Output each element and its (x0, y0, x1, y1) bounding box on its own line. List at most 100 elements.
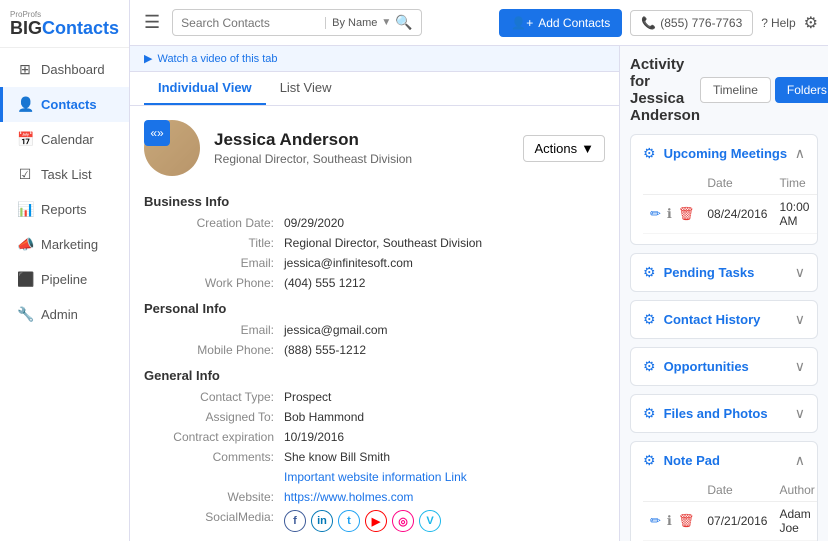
social-media-row: SocialMedia: f in t ▶ ◎ V (130, 507, 619, 535)
contact-info: Jessica Anderson Regional Director, Sout… (214, 130, 412, 166)
pending-tasks-chevron: ∨ (795, 264, 805, 281)
contact-history-header[interactable]: ⚙ Contact History ∨ (631, 301, 817, 338)
sidebar-item-pipeline[interactable]: ⬛Pipeline (0, 262, 129, 297)
tab-timeline[interactable]: Timeline (700, 77, 771, 103)
pending-tasks-header[interactable]: ⚙ Pending Tasks ∨ (631, 254, 817, 291)
note-date: 07/21/2016 (701, 502, 773, 541)
contact-history-chevron: ∨ (795, 311, 805, 328)
upcoming-meetings-header[interactable]: ⚙ Upcoming Meetings ∧ (631, 135, 817, 172)
actions-button[interactable]: Actions ▼ (523, 135, 605, 162)
field-value: Regional Director, Southeast Division (284, 236, 482, 250)
twitter-icon[interactable]: t (338, 510, 360, 532)
field-label (144, 470, 284, 484)
contact-history-title: Contact History (664, 312, 761, 327)
search-box: By Name ▼ 🔍 (172, 9, 422, 36)
note-pad-header[interactable]: ⚙ Note Pad ∧ (631, 442, 817, 479)
field-value: jessica@infinitesoft.com (284, 256, 413, 270)
pending-tasks-title: Pending Tasks (664, 265, 755, 280)
business-info-header: Business Info (130, 186, 619, 213)
opportunities-title: Opportunities (664, 359, 749, 374)
vimeo-icon[interactable]: V (419, 510, 441, 532)
tab-list-view[interactable]: List View (266, 72, 346, 105)
col-attendees: Attendees (815, 172, 818, 195)
sidebar-item-label: Dashboard (41, 62, 105, 77)
delete-note-button[interactable]: 🗑 (677, 512, 696, 530)
tab-folders[interactable]: Folders (775, 77, 828, 103)
upcoming-meetings-body: Date Time Attendees Subject (631, 172, 817, 244)
youtube-icon[interactable]: ▶ (365, 510, 387, 532)
files-photos-title: Files and Photos (664, 406, 768, 421)
help-button[interactable]: ? Help (761, 16, 795, 30)
settings-icon[interactable]: ⚙ (804, 13, 818, 33)
info-row: Email:jessica@infinitesoft.com (130, 253, 619, 273)
note-row-actions: ✏ ℹ 🗑 (649, 512, 695, 530)
field-label: Contact Type: (144, 390, 284, 404)
info-note-button[interactable]: ℹ (666, 512, 673, 530)
np-col-date: Date (701, 479, 773, 502)
field-label: Creation Date: (144, 216, 284, 230)
sidebar-item-contacts[interactable]: 👤Contacts (0, 87, 129, 122)
sidebar-item-calendar[interactable]: 📅Calendar (0, 122, 129, 157)
search-sort[interactable]: By Name (325, 17, 377, 29)
sidebar-item-label: Contacts (41, 97, 97, 112)
meeting-time: 10:00 AM (773, 195, 815, 234)
tab-individual-view[interactable]: Individual View (144, 72, 266, 105)
logo-area: ProProfs BIGContacts (0, 0, 129, 48)
sidebar-item-reports[interactable]: 📊Reports (0, 192, 129, 227)
info-row: Assigned To:Bob Hammond (130, 407, 619, 427)
add-contact-button[interactable]: 👤+ Add Contacts (499, 9, 622, 37)
contact-header: «» Jessica Anderson Regional Director, S… (130, 106, 619, 186)
sidebar-item-marketing[interactable]: 📣Marketing (0, 227, 129, 262)
field-value: 09/29/2020 (284, 216, 344, 230)
col-actions (643, 172, 701, 195)
facebook-icon[interactable]: f (284, 510, 306, 532)
edit-meeting-button[interactable]: ✏ (649, 205, 662, 223)
contact-panel: ▶ Watch a video of this tab Individual V… (130, 46, 620, 541)
topbar: ☰ By Name ▼ 🔍 👤+ Add Contacts 📞 (855) 77… (130, 0, 828, 46)
delete-meeting-button[interactable]: 🗑 (677, 205, 696, 223)
info-row: Creation Date:09/29/2020 (130, 213, 619, 233)
pipeline-icon: ⬛ (17, 271, 33, 288)
field-value[interactable]: https://www.holmes.com (284, 490, 413, 504)
sidebar-item-label: Reports (41, 202, 87, 217)
sidebar-item-label: Task List (41, 167, 92, 182)
personal-info-header: Personal Info (130, 293, 619, 320)
search-button[interactable]: 🔍 (395, 14, 412, 31)
note-pad-body: Date Author Contact ✏ (631, 479, 817, 541)
note-pad-icon: ⚙ (643, 452, 656, 469)
hamburger-button[interactable]: ☰ (140, 8, 164, 37)
np-col-author: Author (773, 479, 818, 502)
contact-history-accordion: ⚙ Contact History ∨ (630, 300, 818, 339)
upcoming-meetings-table: Date Time Attendees Subject (643, 172, 818, 234)
phone-button[interactable]: 📞 (855) 776-7763 (630, 10, 753, 36)
edit-note-button[interactable]: ✏ (649, 512, 662, 530)
sidebar-item-admin[interactable]: 🔧Admin (0, 297, 129, 332)
field-label: Email: (144, 323, 284, 337)
field-value: (888) 555-1212 (284, 343, 366, 357)
field-label: Website: (144, 490, 284, 504)
linkedin-icon[interactable]: in (311, 510, 333, 532)
social-icons: f in t ▶ ◎ V (284, 510, 441, 532)
info-meeting-button[interactable]: ℹ (666, 205, 673, 223)
help-icon: ? (761, 16, 768, 30)
activity-title-row: Activity for Jessica Anderson Timeline F… (630, 56, 818, 124)
search-input[interactable] (181, 16, 321, 30)
sidebar-item-tasklist[interactable]: ☑Task List (0, 157, 129, 192)
activity-panel: Activity for Jessica Anderson Timeline F… (620, 46, 828, 541)
field-label: Assigned To: (144, 410, 284, 424)
opportunities-icon: ⚙ (643, 358, 656, 375)
files-photos-header[interactable]: ⚙ Files and Photos ∨ (631, 395, 817, 432)
actions-arrow-icon: ▼ (581, 141, 594, 156)
field-value: (404) 555 1212 (284, 276, 365, 290)
upcoming-meetings-title: Upcoming Meetings (664, 146, 788, 161)
opportunities-header[interactable]: ⚙ Opportunities ∨ (631, 348, 817, 385)
general-info-header: General Info (130, 360, 619, 387)
files-photos-accordion: ⚙ Files and Photos ∨ (630, 394, 818, 433)
contact-history-icon: ⚙ (643, 311, 656, 328)
flickr-icon[interactable]: ◎ (392, 510, 414, 532)
video-banner[interactable]: ▶ Watch a video of this tab (130, 46, 619, 72)
calendar-icon: 📅 (17, 131, 33, 148)
collapse-button[interactable]: «» (144, 120, 170, 146)
field-value[interactable]: Important website information Link (284, 470, 467, 484)
sidebar-item-dashboard[interactable]: ⊞Dashboard (0, 52, 129, 87)
